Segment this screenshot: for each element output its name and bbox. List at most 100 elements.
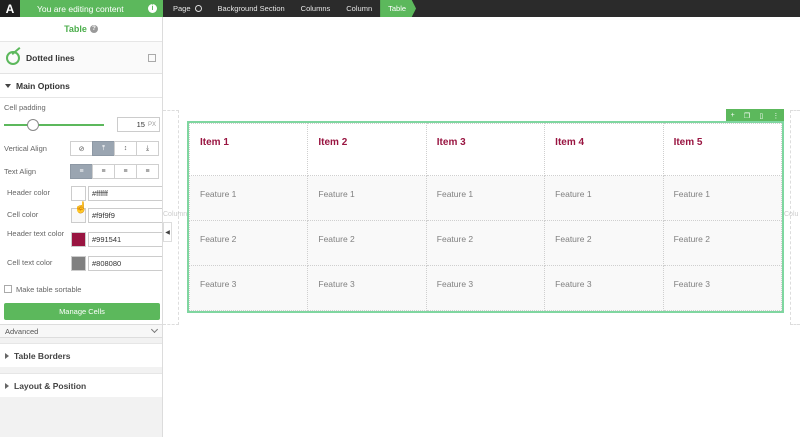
- brush-icon: [6, 50, 20, 65]
- header-cell[interactable]: Item 4: [544, 123, 664, 176]
- valign-middle-button[interactable]: ↕: [114, 141, 137, 156]
- settings-panel: Table ? Dotted lines Main Options Cell p…: [0, 17, 163, 437]
- layout-position-label: Layout & Position: [14, 380, 87, 391]
- gear-icon[interactable]: [194, 5, 202, 12]
- editing-banner: You are editing content i: [20, 0, 163, 17]
- align-center-button[interactable]: ≡: [92, 164, 115, 179]
- sortable-label: Make table sortable: [16, 284, 82, 294]
- sortable-checkbox[interactable]: [4, 285, 12, 293]
- header-text-color-label: Header text color: [7, 229, 65, 238]
- table-borders-header[interactable]: Table Borders: [0, 343, 162, 367]
- cell-text-color-swatch[interactable]: [71, 256, 86, 271]
- caret-right-icon: [5, 382, 9, 389]
- table-cell[interactable]: Feature 1: [188, 175, 309, 221]
- breadcrumb-columns[interactable]: Columns: [293, 0, 339, 17]
- vertical-align-group: ⊘ ⤒ ↕ ⤓: [70, 141, 159, 156]
- header-cell[interactable]: Item 1: [188, 123, 309, 176]
- main-options-label: Main Options: [16, 80, 70, 91]
- add-icon[interactable]: +: [731, 112, 735, 119]
- layout-position-header[interactable]: Layout & Position: [0, 373, 162, 397]
- collapse-panel-button[interactable]: ◀: [163, 222, 172, 242]
- style-preset[interactable]: Dotted lines: [0, 42, 162, 74]
- external-icon[interactable]: [148, 53, 156, 62]
- cell-padding-value: 15: [136, 120, 145, 129]
- table-row: Feature 3 Feature 3 Feature 3 Feature 3 …: [188, 265, 783, 311]
- header-text-color-row: Header text color #991541: [4, 227, 162, 253]
- table-cell[interactable]: Feature 2: [544, 220, 664, 266]
- help-icon[interactable]: ?: [89, 25, 98, 33]
- delete-icon[interactable]: ▯: [759, 112, 763, 120]
- valign-none-button[interactable]: ⊘: [70, 141, 93, 156]
- text-align-group: ≡ ≡ ≡ ≡: [70, 164, 159, 179]
- editing-label: You are editing content: [37, 3, 124, 14]
- advanced-label: Advanced: [5, 326, 39, 336]
- cell-color-label: Cell color: [7, 210, 39, 219]
- table-cell[interactable]: Feature 3: [307, 265, 427, 311]
- table-row: Feature 1 Feature 1 Feature 1 Feature 1 …: [188, 175, 783, 221]
- manage-cells-wrap: Manage Cells: [4, 299, 160, 324]
- cell-padding-label: Cell padding: [4, 103, 46, 112]
- valign-bottom-button[interactable]: ⤓: [136, 141, 159, 156]
- cell-padding-control: 15 PX: [4, 115, 160, 135]
- breadcrumb-background-section[interactable]: Background Section: [210, 0, 293, 17]
- more-icon[interactable]: ⋮: [772, 112, 779, 120]
- table-cell[interactable]: Feature 1: [307, 175, 427, 221]
- preset-label: Dotted lines: [26, 52, 75, 63]
- header-text-color-swatch[interactable]: [71, 232, 86, 247]
- table-element[interactable]: Item 1 Item 2 Item 3 Item 4 Item 5 Featu…: [187, 121, 784, 313]
- table-row: Feature 2 Feature 2 Feature 2 Feature 2 …: [188, 220, 783, 266]
- align-right-button[interactable]: ≡: [114, 164, 137, 179]
- header-cell[interactable]: Item 5: [662, 123, 783, 176]
- panel-title-label: Table: [64, 24, 87, 34]
- header-color-input[interactable]: #ffffff: [88, 186, 162, 201]
- table-cell[interactable]: Feature 3: [544, 265, 664, 311]
- text-align-label: Text Align: [4, 167, 37, 176]
- copy-icon[interactable]: ❐: [744, 112, 750, 120]
- breadcrumb-page[interactable]: Page: [165, 0, 210, 17]
- cell-color-input[interactable]: #f9f9f9: [88, 208, 162, 223]
- table-cell[interactable]: Feature 1: [544, 175, 664, 221]
- chevron-down-icon: [150, 325, 159, 334]
- app-logo[interactable]: A: [0, 0, 20, 17]
- header-color-label: Header color: [7, 188, 50, 197]
- table-cell[interactable]: Feature 3: [662, 265, 783, 311]
- manage-cells-button[interactable]: Manage Cells: [4, 303, 160, 320]
- cell-padding-input[interactable]: 15 PX: [117, 117, 160, 132]
- sortable-row: Make table sortable: [4, 279, 158, 299]
- hand-cursor-icon: ☝: [74, 202, 88, 214]
- table-cell[interactable]: Feature 2: [425, 220, 546, 266]
- editor-root: A You are editing content i Page Backgro…: [0, 0, 800, 437]
- table-cell[interactable]: Feature 3: [425, 265, 546, 311]
- header-cell[interactable]: Item 3: [425, 123, 546, 176]
- ghost-column-label-right: Colu: [784, 211, 799, 218]
- caret-right-icon: [5, 352, 9, 359]
- breadcrumb-table[interactable]: Table: [380, 0, 417, 17]
- table-cell[interactable]: Feature 2: [662, 220, 783, 266]
- align-justify-button[interactable]: ≡: [136, 164, 159, 179]
- advanced-toggle[interactable]: Advanced: [0, 324, 162, 338]
- valign-top-button[interactable]: ⤒: [92, 141, 115, 156]
- table-cell[interactable]: Feature 1: [425, 175, 546, 221]
- table-header-row: Item 1 Item 2 Item 3 Item 4 Item 5: [188, 123, 783, 176]
- cell-text-color-label: Cell text color: [7, 258, 53, 267]
- cell-padding-slider[interactable]: [4, 124, 104, 126]
- header-cell[interactable]: Item 2: [307, 123, 427, 176]
- slider-handle[interactable]: [27, 119, 39, 131]
- table-borders-label: Table Borders: [14, 350, 71, 361]
- cell-text-color-input[interactable]: #808080: [88, 256, 162, 271]
- table-cell[interactable]: Feature 2: [188, 220, 309, 266]
- vertical-align-row: Vertical Align ⊘ ⤒ ↕ ⤓: [4, 137, 159, 160]
- cell-text-color-row: Cell text color #808080: [4, 253, 162, 275]
- header-text-color-input[interactable]: #991541: [88, 232, 162, 247]
- caret-down-icon: [5, 83, 11, 88]
- panel-title: Table ?: [0, 17, 162, 42]
- breadcrumb-column[interactable]: Column: [338, 0, 380, 17]
- info-icon[interactable]: i: [148, 4, 157, 13]
- main-options-header[interactable]: Main Options: [0, 74, 162, 98]
- table-cell[interactable]: Feature 2: [307, 220, 427, 266]
- table-cell[interactable]: Feature 3: [188, 265, 309, 311]
- text-align-row: Text Align ≡ ≡ ≡ ≡: [4, 160, 159, 183]
- header-color-swatch[interactable]: [71, 186, 86, 201]
- table-cell[interactable]: Feature 1: [662, 175, 783, 221]
- align-left-button[interactable]: ≡: [70, 164, 93, 179]
